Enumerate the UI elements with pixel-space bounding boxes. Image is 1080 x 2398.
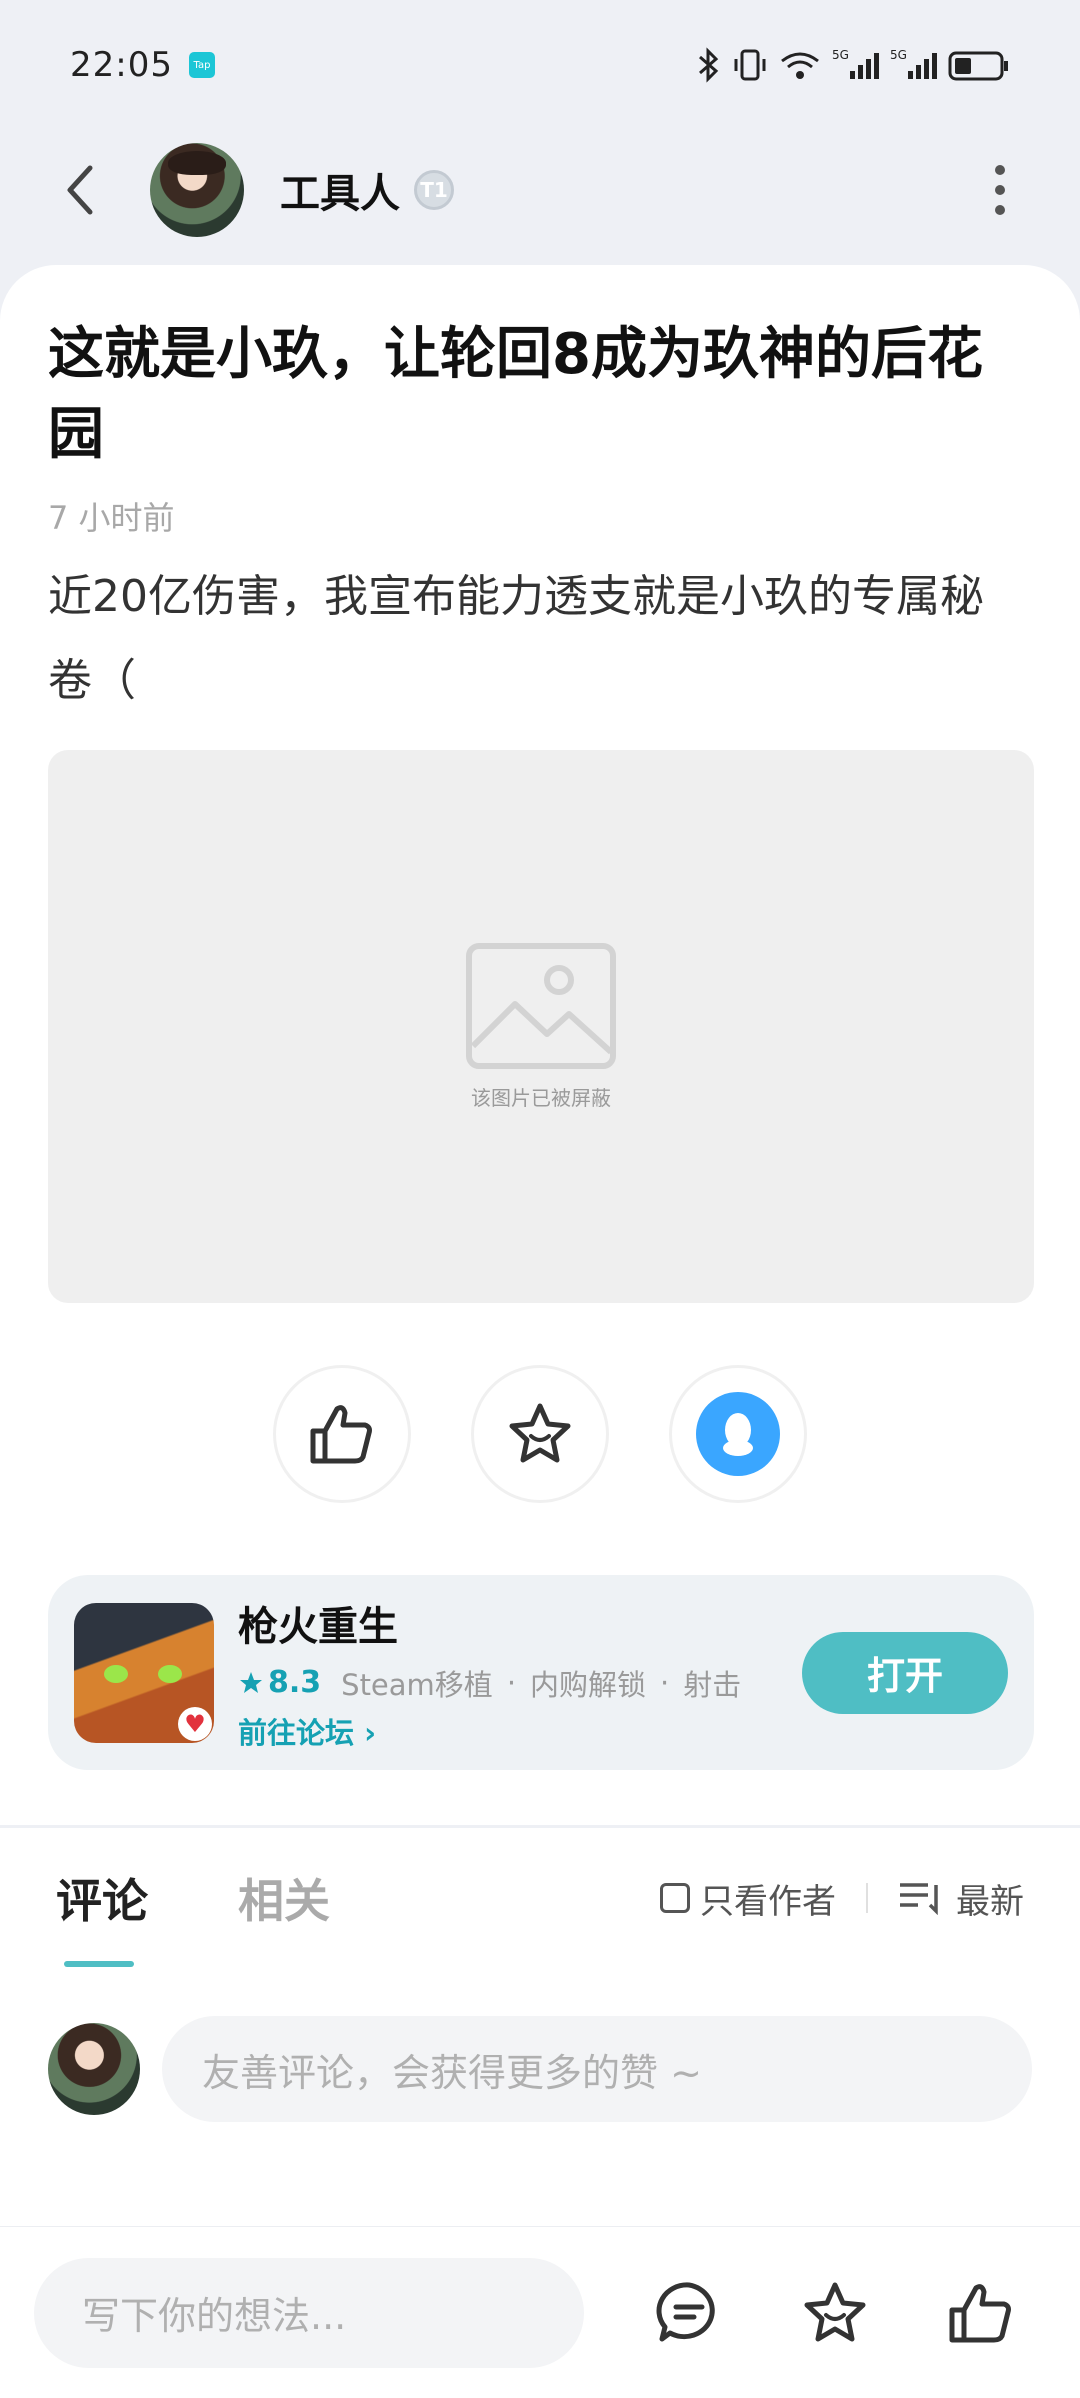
post-body: 近20亿伤害，我宣布能力透支就是小玖的专属秘卷（ [48, 571, 984, 706]
related-game-card[interactable]: ♥ 枪火重生 8.3 Steam移植 · 内购解锁 · 射击 前往论坛 › 打开 [48, 1575, 1034, 1770]
only-author-label[interactable]: 只看作者 [700, 1874, 836, 1923]
bluetooth-icon [699, 47, 719, 83]
game-tag: 内购解锁 [530, 1667, 647, 1702]
write-thought-input[interactable]: 写下你的想法... [34, 2257, 584, 2368]
vibrate-icon [734, 49, 766, 81]
tag-separator: · [660, 1665, 670, 1700]
image-placeholder-icon [466, 943, 616, 1069]
more-options-button[interactable] [970, 150, 1030, 230]
comment-tabs: 评论 相关 只看作者 最新 [0, 1828, 1080, 1968]
post-header: 工具人 T1 [0, 130, 1080, 250]
bottom-bar: 写下你的想法... [0, 2226, 1080, 2398]
svg-text:5G: 5G [890, 48, 907, 62]
more-dot-icon [995, 165, 1005, 175]
status-icons: 5G 5G [696, 47, 1010, 83]
signal-5g-icon-2: 5G [890, 48, 937, 79]
star-icon [804, 2282, 866, 2341]
tag-separator: · [506, 1665, 517, 1700]
blocked-image-label: 该图片已被屏蔽 [471, 1086, 611, 1110]
post-actions [0, 1365, 1080, 1505]
game-meta: 8.3 Steam移植 · 内购解锁 · 射击 [238, 1662, 802, 1704]
post-title: 这就是小玖，让轮回8成为玖神的后花园 [48, 322, 983, 467]
game-tag: Steam移植 [341, 1667, 493, 1702]
svg-text:5G: 5G [832, 48, 849, 62]
like-bottom-button[interactable] [946, 2278, 1016, 2348]
forum-link-label: 前往论坛 [238, 1715, 355, 1750]
comment-icon [656, 2281, 715, 2341]
sort-icon[interactable] [898, 1881, 942, 1915]
level-badge: T1 [414, 170, 454, 210]
only-author-checkbox[interactable] [660, 1883, 690, 1913]
comment-input[interactable]: 友善评论，会获得更多的赞 ~ [162, 2016, 1032, 2122]
game-name: 枪火重生 [238, 1603, 398, 1650]
game-tag: 射击 [683, 1667, 742, 1702]
comment-input-row: 友善评论，会获得更多的赞 ~ [48, 2016, 1032, 2122]
chevron-right-icon: › [364, 1715, 377, 1750]
signal-5g-icon: 5G [832, 48, 879, 79]
forum-link[interactable]: 前往论坛 › [238, 1710, 802, 1752]
divider [866, 1883, 868, 1913]
share-qq-button[interactable] [669, 1365, 807, 1503]
blocked-image[interactable]: 该图片已被屏蔽 [48, 750, 1034, 1303]
comment-button[interactable] [654, 2278, 724, 2348]
game-icon[interactable]: ♥ [74, 1602, 214, 1743]
game-icon-eye [104, 1664, 128, 1683]
qq-icon [696, 1392, 780, 1476]
tab-comments[interactable]: 评论 [56, 1865, 148, 1967]
like-button[interactable] [273, 1365, 411, 1503]
favorite-button[interactable] [471, 1365, 609, 1503]
post-time: 7 小时前 [48, 499, 175, 537]
chevron-left-icon [67, 165, 93, 215]
verified-badge-icon: ♥ [178, 1706, 212, 1741]
thumbs-up-icon [949, 2283, 1011, 2342]
status-time: 22:05 [70, 45, 173, 85]
thumbs-up-icon [310, 1405, 372, 1464]
post-card: 这就是小玖，让轮回8成为玖神的后花园 7 小时前 近20亿伤害，我宣布能力透支就… [0, 265, 1080, 1825]
sort-label[interactable]: 最新 [956, 1874, 1024, 1923]
wifi-icon [781, 52, 819, 79]
back-button[interactable] [50, 150, 110, 230]
open-game-button[interactable]: 打开 [802, 1631, 1008, 1714]
more-dot-icon [995, 205, 1005, 215]
game-score: 8.3 [268, 1665, 322, 1700]
bottom-actions [654, 2278, 1046, 2348]
tab-related[interactable]: 相关 [238, 1865, 330, 1931]
taptap-notification-icon: Tap [188, 52, 215, 78]
my-avatar [48, 2023, 140, 2115]
star-icon [509, 1403, 571, 1463]
more-dot-icon [995, 185, 1005, 195]
author-name[interactable]: 工具人 [280, 161, 400, 219]
battery-icon [948, 51, 1008, 81]
favorite-bottom-button[interactable] [800, 2278, 870, 2348]
status-bar: 22:05 Tap 5G 5G [0, 0, 1080, 130]
star-filled-icon [240, 1671, 262, 1693]
comment-section: 评论 相关 只看作者 最新 友善评论，会获得更多的赞 ~ [0, 1828, 1080, 2228]
game-info: 枪火重生 8.3 Steam移植 · 内购解锁 · 射击 前往论坛 › [238, 1594, 802, 1752]
comment-filters: 只看作者 最新 [660, 1874, 1024, 1923]
author-avatar[interactable] [150, 143, 244, 237]
game-icon-eye [158, 1664, 182, 1683]
